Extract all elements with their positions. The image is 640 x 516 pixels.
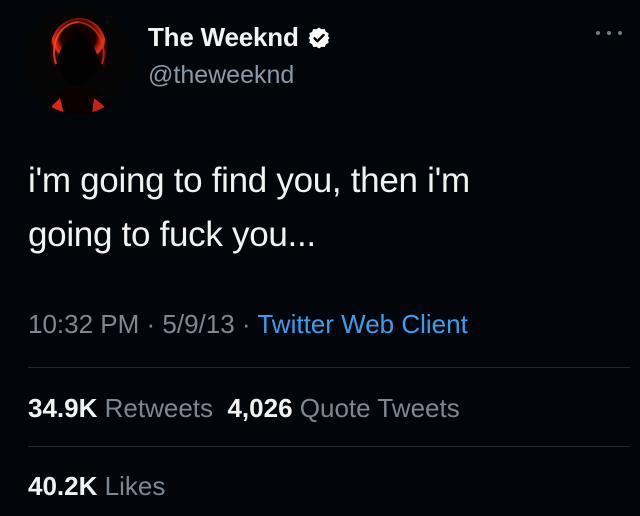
quote-tweets-count: 4,026 xyxy=(227,393,293,423)
tweet-text-line-2: going to fuck you... xyxy=(28,215,316,254)
tweet-text-line-1: i'm going to find you, then i'm xyxy=(28,161,470,200)
likes-row: 40.2K Likes xyxy=(28,471,165,502)
retweets-stat[interactable]: 34.9K Retweets xyxy=(28,393,213,423)
retweets-count: 34.9K xyxy=(28,393,98,423)
meta-separator: · xyxy=(139,309,163,339)
likes-stat[interactable]: 40.2K Likes xyxy=(28,471,165,501)
author-handle[interactable]: @theweeknd xyxy=(148,61,294,90)
dot xyxy=(618,31,622,35)
divider xyxy=(28,446,630,447)
tweet-date[interactable]: 5/9/13 xyxy=(162,309,234,339)
tweet-text: i'm going to find you, then i'm going to… xyxy=(28,154,618,262)
likes-count: 40.2K xyxy=(28,471,98,501)
dot xyxy=(607,31,611,35)
more-options-icon[interactable] xyxy=(596,26,622,40)
dot xyxy=(596,31,600,35)
verified-badge-icon xyxy=(307,26,331,50)
tweet-client-link[interactable]: Twitter Web Client xyxy=(257,309,467,339)
profile-avatar[interactable] xyxy=(24,6,132,114)
quote-tweets-label: Quote Tweets xyxy=(299,393,460,423)
author-name-row: The Weeknd xyxy=(148,22,331,53)
meta-separator: · xyxy=(234,309,258,339)
engagement-row: 34.9K Retweets 4,026 Quote Tweets xyxy=(28,393,460,424)
tweet-card: The Weeknd @theweeknd i'm going to find … xyxy=(0,0,640,516)
tweet-meta: 10:32 PM · 5/9/13 · Twitter Web Client xyxy=(28,309,468,340)
tweet-time[interactable]: 10:32 PM xyxy=(28,309,139,339)
likes-label: Likes xyxy=(104,471,166,501)
avatar-image xyxy=(24,6,132,114)
divider xyxy=(28,367,630,368)
quote-tweets-stat[interactable]: 4,026 Quote Tweets xyxy=(227,393,459,423)
retweets-label: Retweets xyxy=(104,393,214,423)
author-display-name[interactable]: The Weeknd xyxy=(148,22,299,53)
